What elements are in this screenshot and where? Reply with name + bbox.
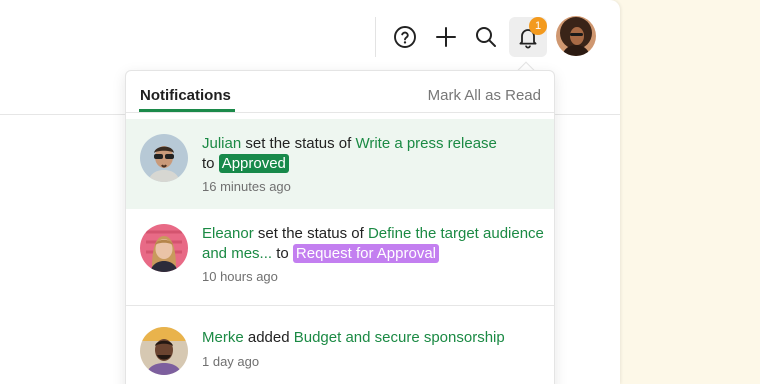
avatar-eleanor (140, 224, 188, 272)
search-icon (476, 27, 496, 47)
notification-time: 1 day ago (202, 354, 260, 369)
search-button[interactable] (467, 17, 505, 57)
notification-time: 10 hours ago (202, 269, 278, 284)
user-avatar[interactable] (556, 16, 596, 56)
toolbar-separator (375, 17, 376, 57)
actor-link[interactable]: Merke (202, 329, 244, 346)
task-link[interactable]: Budget and secure sponsorship (294, 329, 505, 346)
notification-item[interactable]: Julian set the status of Write a press r… (126, 119, 554, 209)
help-button[interactable] (386, 17, 424, 57)
notification-message: Julian set the status of Write a press r… (202, 135, 497, 173)
plus-icon (436, 27, 456, 47)
notifications-panel: Notifications Mark All as Read Julian se… (125, 70, 555, 384)
status-badge-request: Request for Approval (292, 244, 439, 263)
task-link[interactable]: Write a press release (355, 135, 496, 152)
actor-link[interactable]: Eleanor (202, 225, 254, 242)
status-badge-approved: Approved (218, 154, 289, 173)
notification-message: Merke added Budget and secure sponsorshi… (202, 329, 505, 346)
panel-header: Notifications Mark All as Read (126, 71, 554, 113)
actor-link[interactable]: Julian (202, 135, 241, 152)
notification-message: Eleanor set the status of Define the tar… (202, 225, 544, 263)
notification-item[interactable]: Eleanor set the status of Define the tar… (126, 209, 554, 306)
active-tab-indicator (139, 109, 235, 112)
mark-all-read-button[interactable]: Mark All as Read (428, 87, 541, 104)
avatar-merke (140, 327, 188, 375)
notification-badge: 1 (529, 17, 547, 35)
notification-time: 16 minutes ago (202, 179, 291, 194)
avatar-julian (140, 134, 188, 182)
help-circle-icon (394, 26, 416, 48)
tab-notifications[interactable]: Notifications (140, 87, 231, 104)
add-button[interactable] (427, 17, 465, 57)
notification-item[interactable]: Merke added Budget and secure sponsorshi… (126, 307, 554, 384)
